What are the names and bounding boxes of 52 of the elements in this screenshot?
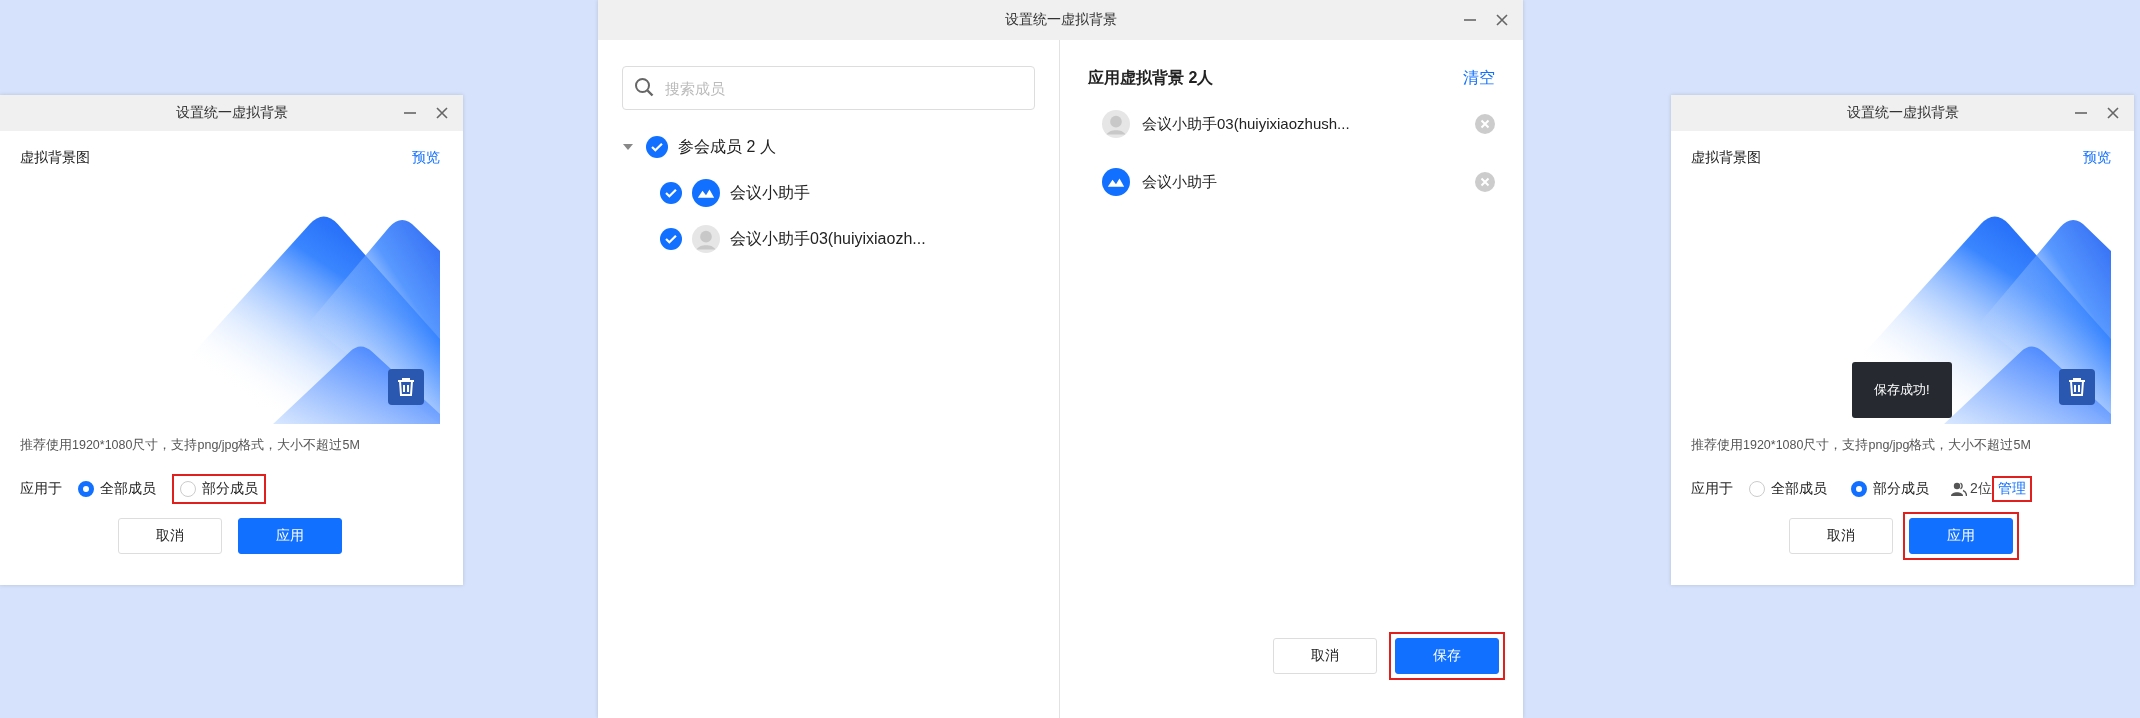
expand-caret-icon[interactable] bbox=[622, 143, 636, 151]
avatar-icon bbox=[1102, 110, 1130, 138]
checkbox[interactable] bbox=[660, 228, 682, 250]
radio-button[interactable] bbox=[1749, 481, 1765, 497]
checkbox[interactable] bbox=[660, 182, 682, 204]
cancel-button[interactable]: 取消 bbox=[118, 518, 222, 554]
hint-text: 推荐使用1920*1080尺寸，支持png/jpg格式，大小不超过5M bbox=[1691, 437, 2032, 454]
trash-icon bbox=[2068, 377, 2086, 397]
window-title: 设置统一虚拟背景 bbox=[1846, 104, 1959, 122]
radio-option[interactable]: 全部成员 bbox=[1741, 474, 1835, 504]
close-icon[interactable] bbox=[1495, 13, 1509, 27]
app-logo-icon bbox=[1102, 168, 1130, 196]
confirm-button[interactable]: 应用 bbox=[1909, 518, 2013, 554]
confirm-button[interactable]: 应用 bbox=[238, 518, 342, 554]
confirm-button[interactable]: 保存 bbox=[1395, 638, 1499, 674]
member-name: 会议小助手 bbox=[730, 182, 810, 203]
clear-link[interactable]: 清空 bbox=[1463, 68, 1495, 89]
preview-link[interactable]: 预览 bbox=[2083, 149, 2111, 167]
apply-to-label: 应用于 bbox=[1691, 480, 1733, 498]
member-count: 2位 bbox=[1970, 480, 1992, 498]
radio-button[interactable] bbox=[180, 481, 196, 497]
member-name: 会议小助手 bbox=[1142, 172, 1218, 192]
preview-link[interactable]: 预览 bbox=[412, 149, 440, 167]
close-icon[interactable] bbox=[435, 106, 449, 120]
section-label: 虚拟背景图 bbox=[1691, 149, 1761, 167]
radio-option[interactable]: 部分成员 bbox=[172, 474, 266, 504]
member-name: 会议小助手03(huiyixiaozh... bbox=[730, 228, 926, 249]
window-title: 设置统一虚拟背景 bbox=[1004, 11, 1117, 29]
manage-link[interactable]: 管理 bbox=[1997, 480, 2026, 498]
close-icon[interactable] bbox=[2106, 106, 2120, 120]
cancel-button[interactable]: 取消 bbox=[1789, 518, 1893, 554]
radio-button[interactable] bbox=[78, 481, 94, 497]
trash-icon bbox=[397, 377, 415, 397]
member-name: 会议小助手03(huiyixiaozhush... bbox=[1142, 114, 1351, 134]
group-label: 参会成员 2 人 bbox=[678, 136, 776, 157]
avatar-icon bbox=[692, 225, 720, 253]
delete-button[interactable] bbox=[2059, 369, 2095, 405]
radio-option[interactable]: 部分成员 bbox=[1843, 474, 1937, 504]
checkbox[interactable] bbox=[646, 136, 668, 158]
toast-message: 保存成功! bbox=[1852, 362, 1952, 418]
cancel-button[interactable]: 取消 bbox=[1273, 638, 1377, 674]
hint-text: 推荐使用1920*1080尺寸，支持png/jpg格式，大小不超过5M bbox=[20, 437, 361, 454]
people-icon bbox=[1951, 482, 1967, 496]
delete-button[interactable] bbox=[388, 369, 424, 405]
selected-title: 应用虚拟背景 2人 bbox=[1088, 68, 1214, 88]
apply-to-label: 应用于 bbox=[20, 480, 62, 498]
radio-button[interactable] bbox=[1851, 481, 1867, 497]
app-logo-icon bbox=[692, 179, 720, 207]
search-field[interactable]: 搜索成员 bbox=[622, 66, 1035, 110]
radio-option[interactable]: 全部成员 bbox=[70, 474, 164, 504]
window-title: 设置统一虚拟背景 bbox=[175, 104, 288, 122]
section-label: 虚拟背景图 bbox=[20, 149, 90, 167]
